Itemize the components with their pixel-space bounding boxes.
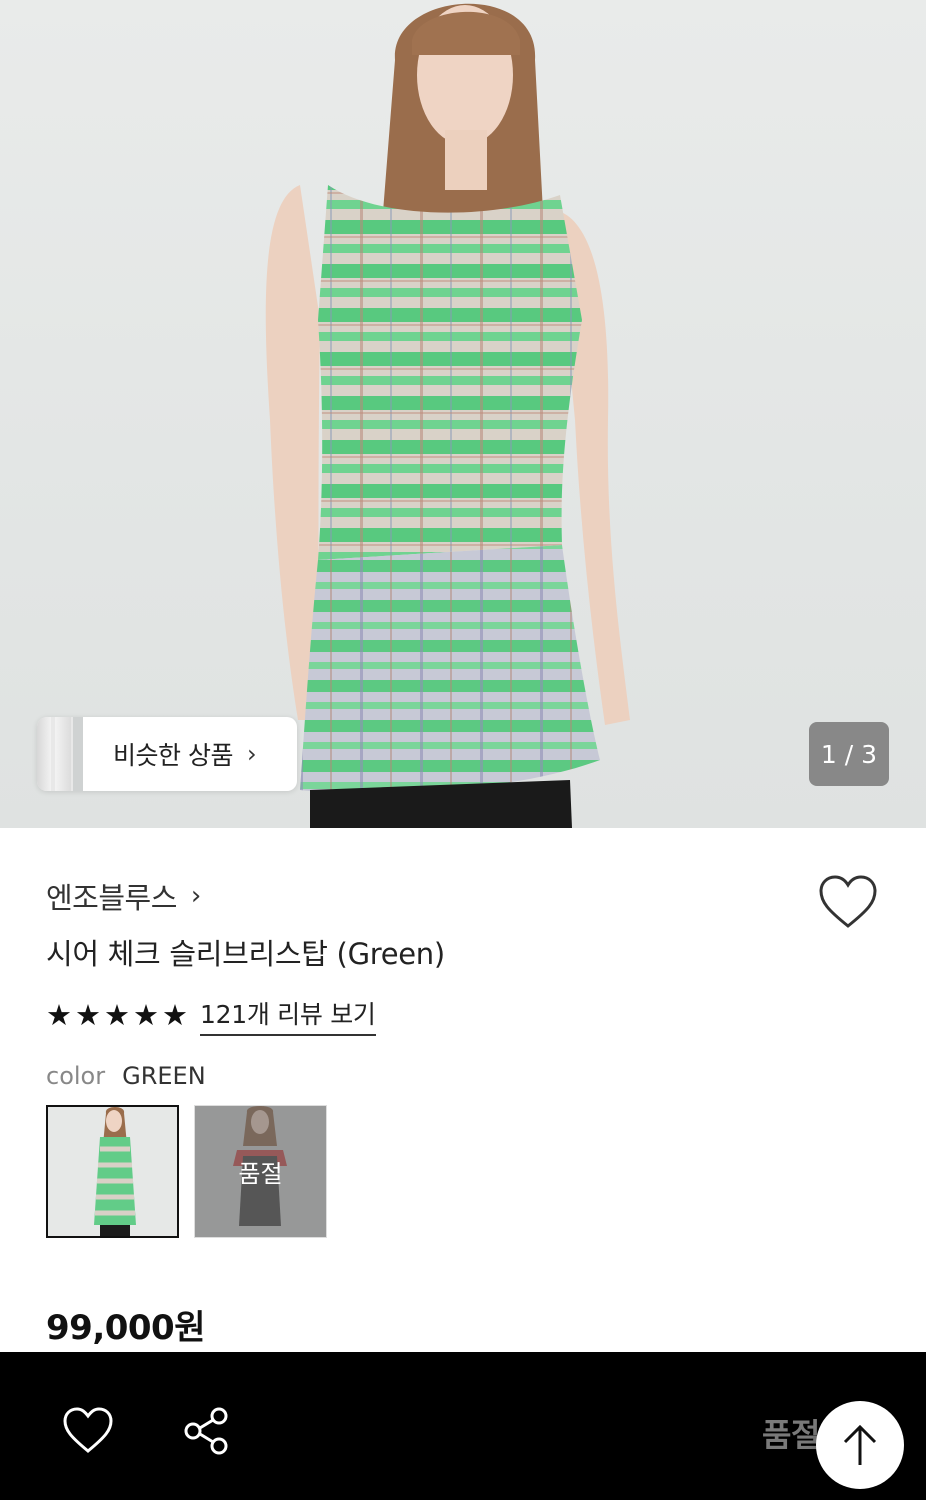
swatch-thumbnail bbox=[48, 1107, 177, 1236]
soldout-badge: 품절 bbox=[195, 1106, 326, 1237]
color-label: color bbox=[46, 1062, 106, 1090]
brand-link[interactable]: 엔조블루스 › bbox=[46, 875, 201, 917]
review-link[interactable]: 121개 리뷰 보기 bbox=[200, 995, 376, 1036]
share-icon[interactable] bbox=[182, 1406, 230, 1456]
similar-products-button[interactable]: 비슷한 상품 › bbox=[37, 717, 297, 791]
product-image-carousel[interactable]: 비슷한 상품 › 1 / 3 bbox=[0, 0, 926, 828]
bottom-action-bar: 품절 bbox=[0, 1352, 926, 1500]
rating-row: ★ ★ ★ ★ ★ 121개 리뷰 보기 bbox=[46, 995, 376, 1036]
color-selector-header: color GREEN bbox=[46, 1062, 206, 1090]
product-price: 99,000원 bbox=[46, 1308, 205, 1348]
chevron-right-icon: › bbox=[246, 740, 257, 768]
soldout-button: 품절 bbox=[762, 1416, 820, 1454]
color-value: GREEN bbox=[122, 1062, 206, 1090]
similar-products-thumbnail bbox=[37, 717, 83, 791]
heart-icon[interactable] bbox=[818, 874, 878, 930]
scroll-to-top-button[interactable] bbox=[816, 1401, 904, 1489]
arrow-up-icon bbox=[843, 1424, 877, 1465]
chevron-right-icon: › bbox=[190, 881, 202, 911]
image-page-indicator: 1 / 3 bbox=[809, 722, 889, 786]
product-title: 시어 체크 슬리브리스탑 (Green) bbox=[46, 937, 445, 971]
color-swatch-soldout[interactable]: 품절 bbox=[194, 1105, 327, 1238]
brand-name: 엔조블루스 bbox=[46, 881, 177, 915]
color-swatch-green[interactable] bbox=[46, 1105, 179, 1238]
star-rating: ★ ★ ★ ★ ★ bbox=[46, 1001, 188, 1030]
star-icon: ★ bbox=[75, 998, 101, 1032]
star-icon: ★ bbox=[133, 998, 159, 1032]
similar-products-label: 비슷한 상품 bbox=[113, 741, 233, 770]
star-icon: ★ bbox=[46, 998, 72, 1032]
product-photo bbox=[265, 3, 630, 828]
heart-icon[interactable] bbox=[62, 1406, 114, 1454]
star-icon: ★ bbox=[162, 998, 188, 1032]
star-icon: ★ bbox=[104, 998, 130, 1032]
